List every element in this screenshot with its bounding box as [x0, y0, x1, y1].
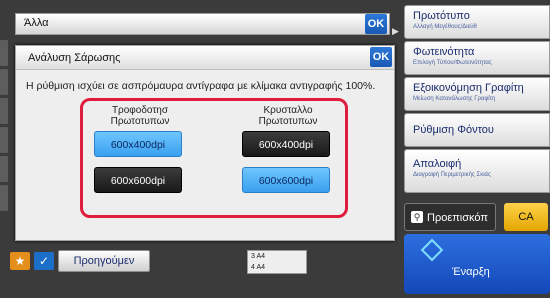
- dialog-header: Ανάλυση Σάρωσης OK: [16, 46, 394, 70]
- preview-icon: ⚲: [411, 211, 423, 223]
- start-button[interactable]: Έναρξη: [404, 234, 550, 294]
- left-tab[interactable]: [0, 69, 8, 95]
- previous-button[interactable]: Προηγούμεν: [58, 250, 150, 272]
- play-arrow-icon[interactable]: ▶: [392, 26, 402, 40]
- paper-tray-list: 3 A4 4 A4: [247, 250, 307, 274]
- original-label: Πρωτότυπο: [413, 10, 470, 22]
- background-adjust-function-button[interactable]: Ρύθμιση Φόντου: [404, 113, 550, 147]
- dialog-description: Η ρύθμιση ισχύει σε ασπρόμαυρα αντίγραφα…: [26, 80, 376, 92]
- toner-save-label: Εξοικονόμηση Γραφίτη: [413, 82, 524, 94]
- glass-column-label: Κρυσταλλο Πρωτοτυπων: [238, 105, 338, 127]
- background-ok-button[interactable]: OK: [365, 14, 387, 34]
- glass-600x400-option[interactable]: 600x400dpi: [242, 131, 330, 157]
- background-title: Άλλα: [24, 17, 49, 29]
- toner-save-function-button[interactable]: Εξοικονόμηση Γραφίτη Μείωση Κατανάλωσης …: [404, 77, 550, 111]
- glass-label-line1: Κρυσταλλο: [263, 105, 313, 116]
- original-sub-label: Αλλαγή Μεγέθους/Διεύθ: [413, 24, 477, 30]
- left-tab[interactable]: [0, 98, 8, 124]
- erase-function-button[interactable]: Απαλοιφή Διαγραφή Περιμετρικής Σκιάς: [404, 149, 550, 193]
- checkmark-icon[interactable]: ✓: [34, 252, 54, 270]
- left-tab[interactable]: [0, 185, 8, 211]
- feeder-600x600-option[interactable]: 600x600dpi: [94, 167, 182, 193]
- left-tab[interactable]: [0, 40, 8, 66]
- background-adjust-label: Ρύθμιση Φόντου: [413, 124, 494, 136]
- erase-label: Απαλοιφή: [413, 158, 462, 170]
- feeder-label-line2: Πρωτοτυπων: [110, 116, 170, 127]
- left-tab-strip: [0, 40, 10, 240]
- exposure-function-button[interactable]: Φωτεινότητα Επιλογή Τύπου/Φωτεινότητας: [404, 41, 550, 75]
- start-icon: [420, 238, 444, 262]
- glass-600x600-option[interactable]: 600x600dpi: [242, 167, 330, 193]
- favorite-star-icon[interactable]: ★: [10, 252, 30, 270]
- feeder-column-label: Τροφοδοτησ Πρωτοτυπων: [90, 105, 190, 127]
- exposure-label: Φωτεινότητα: [413, 46, 475, 58]
- left-tab[interactable]: [0, 127, 8, 153]
- feeder-600x400-option[interactable]: 600x400dpi: [94, 131, 182, 157]
- toner-save-sub-label: Μείωση Κατανάλωσης Γραφίτη: [413, 96, 496, 102]
- background-title-bar: Άλλα OK: [15, 13, 390, 35]
- clear-all-button[interactable]: CA: [504, 203, 548, 231]
- preview-label: Προεπισκόπ: [427, 212, 488, 224]
- left-tab[interactable]: [0, 156, 8, 182]
- resolution-selection-frame: Τροφοδοτησ Πρωτοτυπων Κρυσταλλο Πρωτοτυπ…: [80, 98, 348, 218]
- tray-row: 3 A4: [251, 253, 266, 260]
- bottom-bar: ★ ✓ Προηγούμεν 3 A4 4 A4: [10, 250, 400, 274]
- tray-row: 4 A4: [251, 264, 266, 271]
- start-label: Έναρξη: [452, 266, 490, 278]
- erase-sub-label: Διαγραφή Περιμετρικής Σκιάς: [413, 172, 491, 178]
- glass-label-line2: Πρωτοτυπων: [258, 116, 318, 127]
- scan-resolution-dialog: Ανάλυση Σάρωσης OK Η ρύθμιση ισχύει σε α…: [15, 45, 395, 241]
- dialog-title: Ανάλυση Σάρωσης: [28, 52, 121, 64]
- dialog-ok-button[interactable]: OK: [370, 47, 392, 67]
- exposure-sub-label: Επιλογή Τύπου/Φωτεινότητας: [413, 60, 492, 66]
- right-function-panel: Πρωτότυπο Αλλαγή Μεγέθους/Διεύθ Φωτεινότ…: [404, 5, 550, 201]
- feeder-label-line1: Τροφοδοτησ: [111, 105, 169, 116]
- original-function-button[interactable]: Πρωτότυπο Αλλαγή Μεγέθους/Διεύθ: [404, 5, 550, 39]
- preview-button[interactable]: ⚲ Προεπισκόπ: [404, 203, 496, 231]
